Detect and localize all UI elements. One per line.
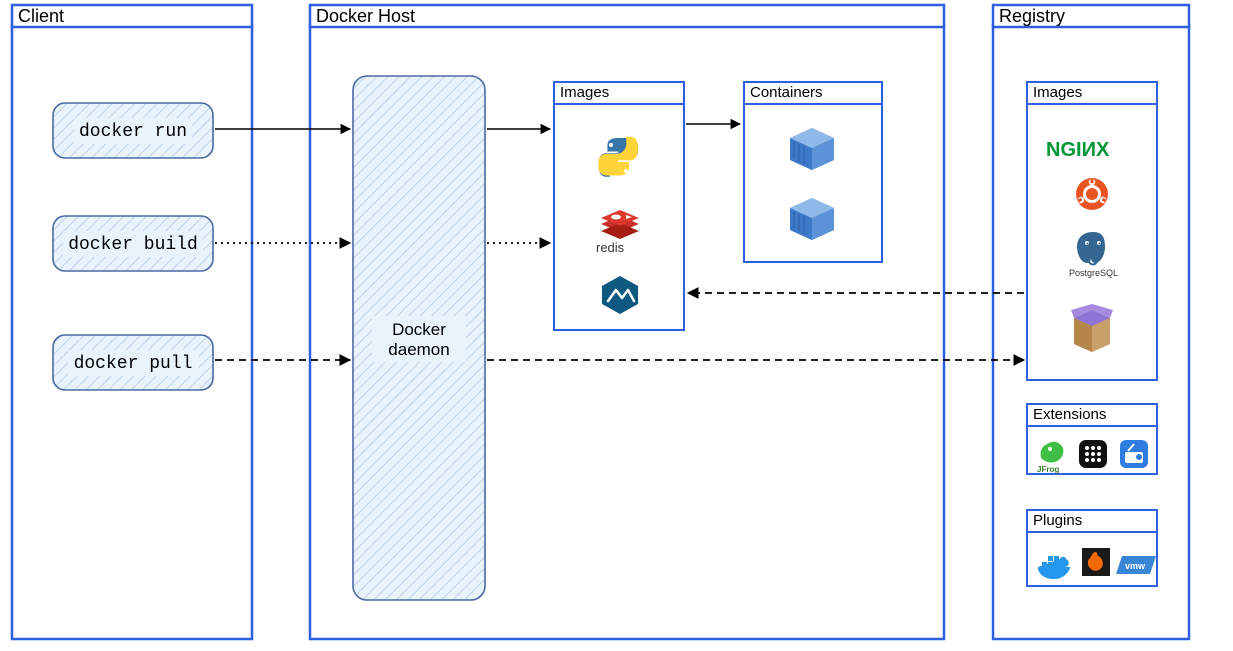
- postgresql-icon: PostgreSQL: [1069, 232, 1118, 278]
- svg-text:redis: redis: [596, 240, 625, 255]
- grafana-icon: [1082, 548, 1110, 576]
- docker-whale-icon: [1038, 556, 1070, 579]
- client-panel: [12, 5, 252, 639]
- grid-app-icon: [1079, 440, 1107, 468]
- svg-text:JFrog: JFrog: [1037, 465, 1059, 474]
- box-icon: [1071, 304, 1113, 352]
- cmd-run-box: [53, 103, 213, 158]
- cmd-pull-box: [53, 335, 213, 390]
- svg-text:PostgreSQL: PostgreSQL: [1069, 268, 1118, 278]
- jfrog-icon: JFrog: [1037, 442, 1063, 474]
- svg-text:NGIИX: NGIИX: [1046, 139, 1110, 161]
- container-icon: [790, 198, 834, 240]
- svg-text:vmw: vmw: [1125, 561, 1146, 571]
- python-icon: [598, 137, 638, 177]
- container-icon: [790, 128, 834, 170]
- ubuntu-icon: [1076, 178, 1108, 210]
- radio-icon: [1120, 440, 1148, 468]
- diagram-root: redis NGIИX: [0, 0, 1233, 651]
- diagram-svg: redis NGIИX: [0, 0, 1233, 651]
- alpine-icon: [602, 276, 638, 314]
- docker-daemon-box: [353, 76, 485, 600]
- redis-icon: redis: [596, 210, 639, 255]
- vmware-icon: vmw: [1116, 556, 1156, 574]
- cmd-build-box: [53, 216, 213, 271]
- nginx-icon: NGIИX: [1046, 139, 1110, 161]
